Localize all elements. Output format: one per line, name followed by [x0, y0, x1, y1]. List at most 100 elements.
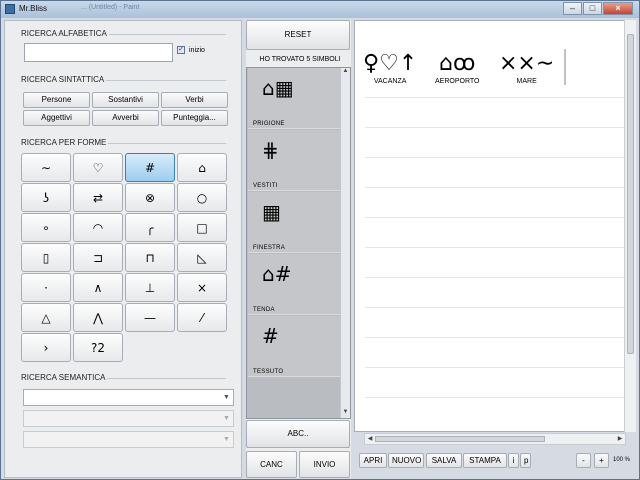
heart-icon: ♡ [92, 160, 104, 175]
shape-button[interactable]: ⊗ [125, 183, 175, 212]
small-circle-icon: ∘ [42, 220, 50, 235]
shape-button[interactable]: ⊥ [125, 273, 175, 302]
shape-button[interactable]: ?2 [73, 333, 123, 362]
bracket-icon: ⊐ [92, 250, 104, 265]
shape-button[interactable]: ○ [177, 183, 227, 212]
toolbar-button[interactable]: NUOVO [388, 453, 424, 468]
scroll-thumb[interactable] [627, 34, 634, 354]
abc-button[interactable]: ABC.. [246, 420, 350, 448]
shape-button[interactable]: — [125, 303, 175, 332]
slash-icon: ⁄ [200, 310, 203, 325]
word-label: VACANZA [373, 78, 407, 85]
caret-icon: ∧ [93, 280, 103, 295]
triangle-icon: △ [41, 310, 51, 325]
shape-button[interactable]: ⊐ [73, 243, 123, 272]
shape-button[interactable]: › [21, 333, 71, 362]
bliss-symbol: ⋕ [262, 138, 279, 162]
canvas-horizontal-scrollbar[interactable]: ◀ ▶ [364, 433, 626, 445]
shape-button[interactable]: ⇄ [73, 183, 123, 212]
bliss-symbol: ⌂ꝏ [439, 51, 476, 76]
scroll-right-icon[interactable]: ▶ [615, 434, 625, 444]
scroll-up-icon[interactable]: ▲ [341, 68, 350, 77]
scroll-down-icon[interactable]: ▼ [341, 409, 350, 418]
toolbar-button[interactable]: APRI [359, 453, 387, 468]
ruled-line [365, 337, 627, 338]
syntax-button[interactable]: Verbi [161, 92, 228, 108]
result-scrollbar[interactable]: ▲ ▼ [340, 68, 350, 418]
shape-button[interactable]: ◠ [73, 213, 123, 242]
canvas-vertical-scrollbar[interactable] [624, 20, 636, 432]
zoom-level: 100 % [613, 457, 631, 463]
perpendicular-icon: ⊥ [144, 280, 156, 295]
shape-button[interactable]: △ [21, 303, 71, 332]
chevron-down-icon: ▼ [223, 436, 230, 443]
ruled-line [365, 277, 627, 278]
scroll-thumb[interactable] [375, 436, 545, 442]
results-panel: RESET HO TROVATO 5 SIMBOLI ⌂▦ PRIGIONE ⋕ VE… [246, 20, 351, 478]
syntax-button[interactable]: Aggettivi [23, 110, 90, 126]
minimize-button[interactable]: – [563, 2, 582, 15]
result-item[interactable]: # TESSUTO [248, 316, 341, 377]
alpha-search-input[interactable] [24, 43, 173, 62]
semantic-combo-1[interactable]: ▼ [23, 389, 234, 406]
syntax-button[interactable]: Avverbi [92, 110, 159, 126]
text-cursor [564, 49, 566, 85]
composition-canvas[interactable]: ♀♡↑ VACANZA ⌂ꝏ AEROPORTO ××∼ MARE [354, 20, 636, 432]
shape-button[interactable]: ◺ [177, 243, 227, 272]
shape-button[interactable]: × [177, 273, 227, 302]
shape-button[interactable]: ♡ [73, 153, 123, 182]
reset-button[interactable]: RESET [246, 20, 350, 50]
maximize-button[interactable]: □ [583, 2, 602, 15]
ruled-line [365, 97, 627, 98]
shape-button[interactable]: ⋀ [73, 303, 123, 332]
square-icon: □ [196, 220, 208, 235]
angle-right-icon: › [43, 340, 49, 355]
question-icon: ?2 [90, 340, 105, 355]
composed-word[interactable]: ⌂ꝏ AEROPORTO [435, 51, 479, 85]
bliss-symbol: ××∼ [499, 51, 555, 76]
word-label: MARE [516, 78, 537, 85]
syntax-button[interactable]: Sostantivi [92, 92, 159, 108]
zoom-in-button[interactable]: + [594, 453, 609, 468]
composed-word[interactable]: ♀♡↑ VACANZA [363, 51, 417, 85]
line-icon: — [144, 310, 156, 325]
shape-button[interactable]: # [125, 153, 175, 182]
syntax-button[interactable]: Punteggia... [161, 110, 228, 126]
inizio-checkbox[interactable]: ✓ [177, 46, 185, 54]
shape-button[interactable]: ⌂ [177, 153, 227, 182]
shape-button[interactable]: ⁄ [177, 303, 227, 332]
toolbar-button[interactable]: p [520, 453, 531, 468]
toolbar-button[interactable]: SALVA [426, 453, 462, 468]
zoom-out-button[interactable]: - [576, 453, 591, 468]
toolbar-button[interactable]: STAMPA [463, 453, 507, 468]
syntax-button[interactable]: Persone [23, 92, 90, 108]
ruled-line [365, 307, 627, 308]
composed-word[interactable]: ××∼ MARE [499, 51, 554, 85]
cap-icon: ⊓ [145, 250, 155, 265]
canc-button[interactable]: CANC [246, 451, 297, 478]
toolbar-button[interactable]: i [508, 453, 519, 468]
result-item[interactable]: ⌂# TENDA [248, 254, 341, 315]
shape-button[interactable]: ∧ [73, 273, 123, 302]
shape-button[interactable]: ╭ [125, 213, 175, 242]
shape-button[interactable]: ⊓ [125, 243, 175, 272]
result-item[interactable]: ▦ FINESTRA [248, 192, 341, 253]
semantic-combo-2[interactable]: ▼ [23, 410, 234, 427]
shape-button[interactable]: □ [177, 213, 227, 242]
scroll-left-icon[interactable]: ◀ [365, 434, 375, 444]
result-item[interactable]: ⋕ VESTITI [248, 130, 341, 191]
shape-button[interactable]: · [21, 273, 71, 302]
symbol-word: VESTITI [253, 183, 278, 189]
result-item[interactable]: ⌂▦ PRIGIONE [248, 68, 341, 129]
ruled-line [365, 157, 627, 158]
invio-button[interactable]: INVIO [299, 451, 350, 478]
semantic-combo-3[interactable]: ▼ [23, 431, 234, 448]
inizio-label: inizio [189, 47, 205, 54]
shape-button[interactable]: ʖ [21, 183, 71, 212]
close-button[interactable]: × [603, 2, 633, 15]
house-icon: ⌂ [198, 160, 206, 175]
shape-button[interactable]: ▯ [21, 243, 71, 272]
bliss-symbol: ⌂# [262, 262, 292, 286]
shape-button[interactable]: ∼ [21, 153, 71, 182]
shape-button[interactable]: ∘ [21, 213, 71, 242]
